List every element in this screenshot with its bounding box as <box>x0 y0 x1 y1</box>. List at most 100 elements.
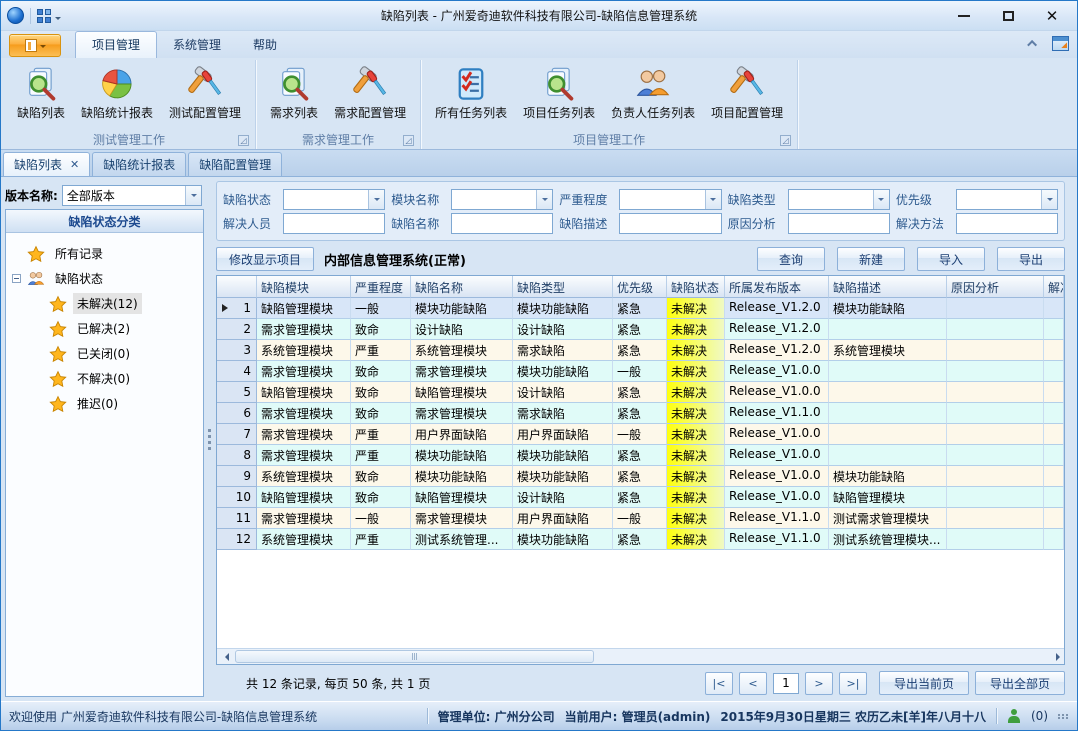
table-row[interactable]: 11需求管理模块一般需求管理模块用户界面缺陷一般未解决Release_V1.1.… <box>217 508 1064 529</box>
table-cell[interactable] <box>1044 445 1064 466</box>
table-cell[interactable]: Release_V1.0.0 <box>725 382 829 403</box>
table-cell[interactable]: 未解决 <box>667 382 725 403</box>
table-cell[interactable] <box>1044 361 1064 382</box>
table-cell[interactable]: 模块功能缺陷 <box>411 466 513 487</box>
table-cell[interactable]: 未解决 <box>667 424 725 445</box>
filter-severity[interactable] <box>619 189 721 210</box>
table-cell[interactable]: 未解决 <box>667 487 725 508</box>
table-cell[interactable]: 模块功能缺陷 <box>411 445 513 466</box>
table-cell[interactable] <box>947 529 1044 550</box>
row-selector[interactable]: 5 <box>217 382 257 403</box>
table-cell[interactable]: 严重 <box>351 529 411 550</box>
column-header[interactable]: 优先级 <box>613 276 667 298</box>
maximize-button[interactable] <box>997 7 1019 25</box>
table-cell[interactable] <box>947 319 1044 340</box>
table-cell[interactable]: 模块功能缺陷 <box>513 298 613 319</box>
chevron-down-icon[interactable] <box>368 190 384 209</box>
table-row[interactable]: 8需求管理模块严重模块功能缺陷模块功能缺陷紧急未解决Release_V1.0.0 <box>217 445 1064 466</box>
defect-list-button[interactable]: 缺陷列表 <box>9 61 73 124</box>
column-header[interactable]: 缺陷状态 <box>667 276 725 298</box>
table-row[interactable]: 9系统管理模块致命模块功能缺陷模块功能缺陷紧急未解决Release_V1.0.0… <box>217 466 1064 487</box>
table-cell[interactable]: 模块功能缺陷 <box>513 361 613 382</box>
table-cell[interactable]: 紧急 <box>613 445 667 466</box>
table-cell[interactable]: Release_V1.0.0 <box>725 445 829 466</box>
next-page-button[interactable]: > <box>805 672 833 695</box>
table-cell[interactable]: Release_V1.1.0 <box>725 403 829 424</box>
table-cell[interactable]: 致命 <box>351 466 411 487</box>
sidebar-splitter[interactable] <box>204 177 214 701</box>
table-cell[interactable] <box>829 424 947 445</box>
chevron-down-icon[interactable] <box>873 190 889 209</box>
table-cell[interactable]: 未解决 <box>667 298 725 319</box>
chevron-down-icon[interactable] <box>185 186 201 205</box>
table-cell[interactable]: Release_V1.0.0 <box>725 487 829 508</box>
table-cell[interactable]: 设计缺陷 <box>513 319 613 340</box>
table-cell[interactable]: 测试需求管理模块 <box>829 508 947 529</box>
quick-access-layout-icon[interactable] <box>37 9 51 23</box>
close-button[interactable]: ✕ <box>1041 7 1063 25</box>
row-selector[interactable]: 3 <box>217 340 257 361</box>
table-cell[interactable]: 未解决 <box>667 508 725 529</box>
resize-grip-icon[interactable] <box>1058 714 1069 719</box>
table-cell[interactable]: 严重 <box>351 424 411 445</box>
table-cell[interactable] <box>947 487 1044 508</box>
tree-item-unresolved[interactable]: 未解决(12) <box>8 291 201 316</box>
row-selector[interactable]: 11 <box>217 508 257 529</box>
table-cell[interactable]: Release_V1.1.0 <box>725 529 829 550</box>
table-row[interactable]: 12系统管理模块严重测试系统管理...模块功能缺陷紧急未解决Release_V1… <box>217 529 1064 550</box>
filter-defect-type[interactable] <box>788 189 890 210</box>
table-cell[interactable] <box>947 403 1044 424</box>
table-cell[interactable]: 需求管理模块 <box>257 319 351 340</box>
table-cell[interactable]: 用户界面缺陷 <box>513 424 613 445</box>
column-header[interactable]: 严重程度 <box>351 276 411 298</box>
table-cell[interactable]: 严重 <box>351 445 411 466</box>
table-cell[interactable]: 致命 <box>351 403 411 424</box>
table-cell[interactable]: 致命 <box>351 382 411 403</box>
table-cell[interactable] <box>829 403 947 424</box>
doc-tab-defect-config[interactable]: 缺陷配置管理 <box>188 152 282 176</box>
table-cell[interactable]: 缺陷管理模块 <box>257 298 351 319</box>
chevron-down-icon[interactable] <box>536 190 552 209</box>
export-button[interactable]: 导出 <box>997 247 1065 271</box>
table-cell[interactable]: 一般 <box>613 508 667 529</box>
column-header[interactable]: 缺陷描述 <box>829 276 947 298</box>
table-cell[interactable]: 模块功能缺陷 <box>829 466 947 487</box>
table-cell[interactable]: 致命 <box>351 487 411 508</box>
scroll-left-icon[interactable] <box>217 649 233 664</box>
table-cell[interactable] <box>1044 529 1064 550</box>
row-selector[interactable]: 6 <box>217 403 257 424</box>
app-menu-button[interactable] <box>9 34 61 57</box>
table-cell[interactable]: 紧急 <box>613 319 667 340</box>
defect-stats-report-button[interactable]: 缺陷统计报表 <box>73 61 161 124</box>
table-cell[interactable]: 需求管理模块 <box>257 445 351 466</box>
export-current-page-button[interactable]: 导出当前页 <box>879 671 969 695</box>
table-cell[interactable] <box>829 382 947 403</box>
table-cell[interactable]: 紧急 <box>613 529 667 550</box>
table-cell[interactable]: 一般 <box>613 424 667 445</box>
export-all-pages-button[interactable]: 导出全部页 <box>975 671 1065 695</box>
table-cell[interactable] <box>1044 382 1064 403</box>
table-cell[interactable] <box>1044 403 1064 424</box>
dialog-launcher-icon[interactable]: ◿ <box>238 135 249 146</box>
minimize-button[interactable] <box>953 7 975 25</box>
table-cell[interactable]: 一般 <box>613 361 667 382</box>
table-cell[interactable]: Release_V1.0.0 <box>725 361 829 382</box>
tab-system-mgmt[interactable]: 系统管理 <box>157 32 237 58</box>
filter-cause-analysis[interactable] <box>788 213 890 234</box>
column-header[interactable]: 解决方法 <box>1044 276 1064 298</box>
table-cell[interactable]: 系统管理模块 <box>257 529 351 550</box>
tree-item-postponed[interactable]: 推迟(0) <box>8 391 201 416</box>
table-cell[interactable]: 用户界面缺陷 <box>513 508 613 529</box>
row-selector[interactable]: 1 <box>217 298 257 319</box>
table-cell[interactable] <box>829 445 947 466</box>
table-cell[interactable]: 模块功能缺陷 <box>411 298 513 319</box>
tree-item-all-records[interactable]: 所有记录 <box>8 241 201 266</box>
row-selector[interactable]: 4 <box>217 361 257 382</box>
doc-tab-defect-stats[interactable]: 缺陷统计报表 <box>92 152 186 176</box>
table-cell[interactable]: Release_V1.2.0 <box>725 319 829 340</box>
table-cell[interactable]: 设计缺陷 <box>513 487 613 508</box>
table-cell[interactable]: 紧急 <box>613 382 667 403</box>
table-cell[interactable]: 需求管理模块 <box>411 361 513 382</box>
table-cell[interactable] <box>947 298 1044 319</box>
tree-item-closed[interactable]: 已关闭(0) <box>8 341 201 366</box>
